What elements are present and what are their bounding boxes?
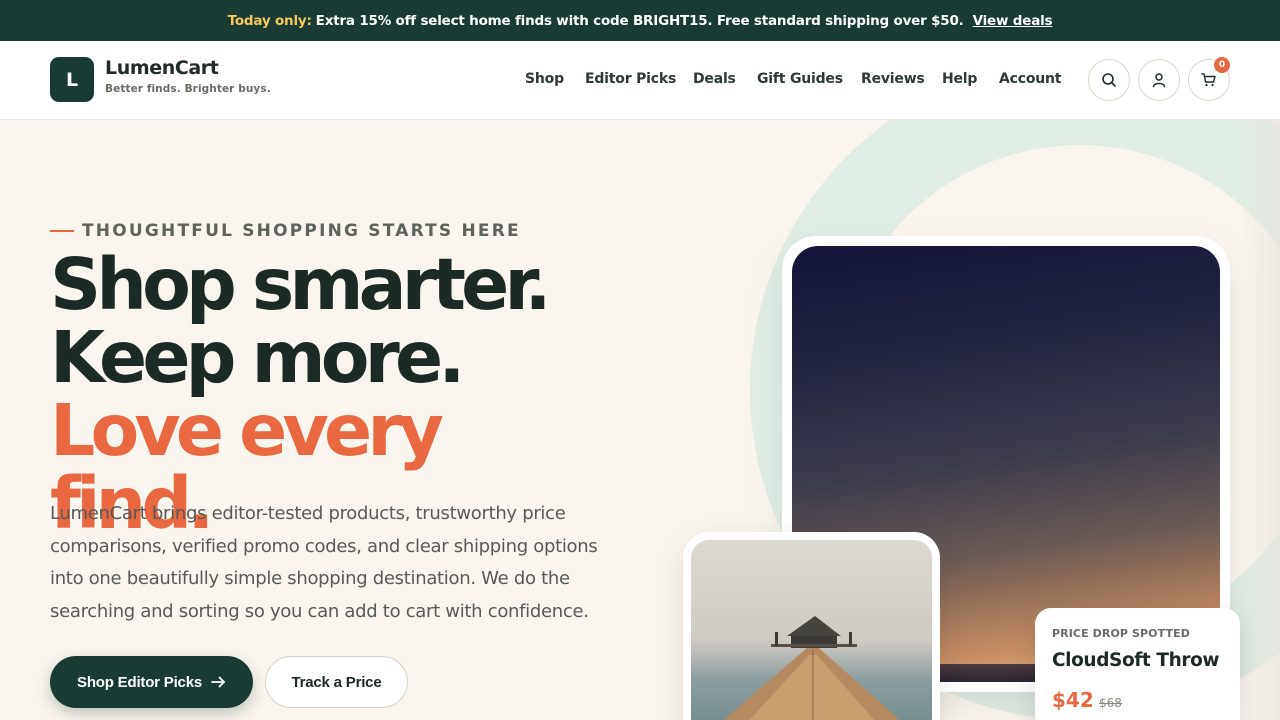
nav-account[interactable]: Account xyxy=(999,71,1061,87)
pier-illustration xyxy=(724,616,900,720)
nav-reviews[interactable]: Reviews xyxy=(861,71,925,87)
product-name[interactable]: CloudSoft Throw xyxy=(1052,650,1220,671)
price-drop-label: PRICE DROP SPOTTED xyxy=(1052,627,1190,640)
arrow-right-icon xyxy=(211,676,225,688)
hero-headline: Shop smarter. Keep more. Love every find… xyxy=(50,248,610,540)
brand-tagline: Better finds. Brighter buys. xyxy=(105,83,271,95)
promo-message: Extra 15% off select home finds with cod… xyxy=(315,12,964,29)
promo-highlight: Today only: xyxy=(227,12,312,29)
hero-eyebrow: THOUGHTFUL SHOPPING STARTS HERE xyxy=(82,221,521,241)
nav-gift-guides[interactable]: Gift Guides xyxy=(757,71,843,87)
promo-bar: Today only: Extra 15% off select home fi… xyxy=(0,0,1280,41)
account-button[interactable] xyxy=(1138,59,1180,101)
headline-line-2: Keep more. xyxy=(50,316,465,399)
edge-fade xyxy=(1240,120,1280,720)
track-price-button[interactable]: Track a Price xyxy=(265,656,408,708)
nav-editor-picks[interactable]: Editor Picks xyxy=(585,71,676,87)
eyebrow-dash xyxy=(50,230,74,232)
original-price: $68 xyxy=(1099,696,1122,710)
site-header: L LumenCart Better finds. Brighter buys.… xyxy=(0,41,1280,120)
cart-icon xyxy=(1201,73,1216,87)
nav-deals[interactable]: Deals xyxy=(693,71,736,87)
logo[interactable]: L xyxy=(50,57,94,102)
pier-image xyxy=(691,540,932,720)
view-deals-link[interactable]: View deals xyxy=(973,13,1053,29)
shop-editor-picks-label: Shop Editor Picks xyxy=(77,673,202,691)
headline-line-1: Shop smarter. xyxy=(50,243,552,326)
search-icon xyxy=(1102,73,1116,87)
nav-shop[interactable]: Shop xyxy=(525,71,564,87)
current-price: $42 xyxy=(1052,688,1094,712)
user-icon xyxy=(1152,73,1166,88)
search-button[interactable] xyxy=(1088,59,1130,101)
cart-count-badge: 0 xyxy=(1214,57,1230,73)
brand-name[interactable]: LumenCart xyxy=(105,57,219,79)
shop-editor-picks-button[interactable]: Shop Editor Picks xyxy=(50,656,253,708)
hero-description: LumenCart brings editor-tested products,… xyxy=(50,503,598,622)
hero-section: THOUGHTFUL SHOPPING STARTS HERE Shop sma… xyxy=(0,120,1280,720)
nav-help[interactable]: Help xyxy=(942,71,977,87)
price-drop-card[interactable]: PRICE DROP SPOTTED CloudSoft Throw $42 $… xyxy=(1035,608,1240,720)
